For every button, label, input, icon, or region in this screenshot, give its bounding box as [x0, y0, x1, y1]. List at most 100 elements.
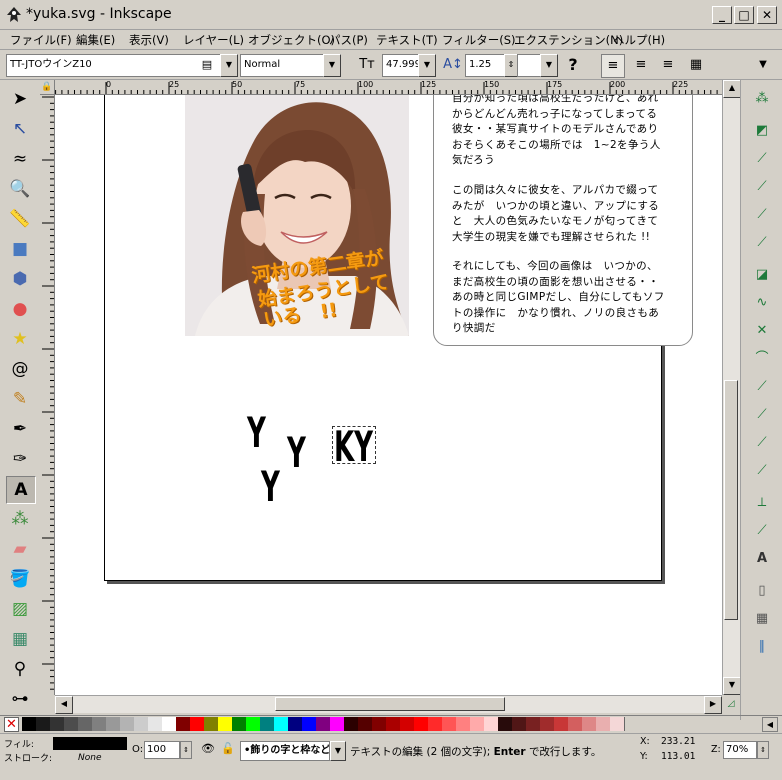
- opacity-stepper[interactable]: ⇕: [180, 741, 192, 759]
- zoom-stepper[interactable]: ⇕: [757, 741, 769, 759]
- body-paragraph[interactable]: 自分が知った頃は高校生だったけど、あれ からどんどん売れっ子になってしまってる …: [452, 95, 661, 169]
- text-frame[interactable]: 自分が知った頃は高校生だったけど、あれ からどんどん売れっ子になってしまってる …: [433, 95, 693, 346]
- color-swatch[interactable]: [134, 717, 149, 731]
- layer-dropdown[interactable]: ▼: [330, 741, 346, 761]
- star-tool-icon[interactable]: ★: [6, 326, 34, 352]
- color-swatch[interactable]: [78, 717, 93, 731]
- snap-others-icon[interactable]: ⟂: [751, 492, 773, 514]
- color-swatch[interactable]: [568, 717, 583, 731]
- color-swatch[interactable]: [330, 717, 345, 731]
- color-swatch[interactable]: [246, 717, 261, 731]
- menu-path[interactable]: パス(P): [329, 32, 368, 48]
- mesh-tool-icon[interactable]: ▦: [6, 626, 34, 652]
- snap-guides-icon[interactable]: ∥: [751, 636, 773, 658]
- align-center-icon[interactable]: ≡: [630, 54, 652, 76]
- spiral-tool-icon[interactable]: @: [6, 356, 34, 382]
- color-swatch[interactable]: [470, 717, 485, 731]
- color-swatch[interactable]: [344, 717, 359, 731]
- snap-grid-icon[interactable]: ▦: [751, 608, 773, 630]
- color-swatch[interactable]: [596, 717, 611, 731]
- glyph-y[interactable]: Y: [247, 412, 266, 454]
- scroll-right-button[interactable]: ▶: [704, 696, 722, 714]
- color-swatch[interactable]: [414, 717, 429, 731]
- snap-bbox-midpoint-icon[interactable]: ⟋: [751, 204, 773, 226]
- current-layer-select[interactable]: •飾りの字と枠など: [240, 741, 330, 761]
- snap-toggle-icon[interactable]: ⁂: [751, 88, 773, 110]
- color-swatch[interactable]: [316, 717, 331, 731]
- glyph-y[interactable]: Y: [261, 466, 280, 508]
- snap-nodes-icon[interactable]: ◪: [751, 264, 773, 286]
- rectangle-tool-icon[interactable]: ■: [6, 236, 34, 262]
- color-swatch[interactable]: [106, 717, 121, 731]
- justify-icon[interactable]: ▦: [685, 54, 707, 76]
- color-swatch[interactable]: [484, 717, 499, 731]
- menu-object[interactable]: オブジェクト(O): [248, 32, 335, 48]
- snap-text-baseline-icon[interactable]: A: [751, 548, 773, 570]
- color-swatch[interactable]: [120, 717, 135, 731]
- connector-tool-icon[interactable]: ⊶: [6, 686, 34, 712]
- font-size-dropdown[interactable]: ▼: [418, 54, 436, 77]
- color-swatch[interactable]: [302, 717, 317, 731]
- toolbar-overflow-icon[interactable]: ▼: [752, 54, 774, 76]
- menu-filters[interactable]: フィルター(S): [442, 32, 516, 48]
- help-icon[interactable]: ?: [562, 54, 584, 76]
- snap-bbox-center-icon[interactable]: ⟋: [751, 232, 773, 254]
- pen-tool-icon[interactable]: ✒: [6, 416, 34, 442]
- snap-bbox-corner-icon[interactable]: ⟋: [751, 176, 773, 198]
- font-size-field[interactable]: 47.999: [382, 54, 423, 77]
- font-family-field[interactable]: TT-JTOウインZ10: [6, 54, 221, 77]
- snap-intersection-icon[interactable]: ✕: [751, 320, 773, 342]
- font-style-dropdown[interactable]: ▼: [323, 54, 341, 77]
- gradient-tool-icon[interactable]: ▨: [6, 596, 34, 622]
- scroll-left-button[interactable]: ◀: [55, 696, 73, 714]
- minimize-button[interactable]: _: [712, 6, 732, 24]
- menu-file[interactable]: ファイル(F): [10, 32, 72, 48]
- font-list-icon[interactable]: ▤: [198, 56, 216, 74]
- color-swatch[interactable]: [498, 717, 513, 731]
- scroll-up-button[interactable]: ▲: [723, 80, 741, 98]
- color-swatch[interactable]: [540, 717, 555, 731]
- glyph-y[interactable]: Y: [287, 432, 306, 474]
- tweak-tool-icon[interactable]: ≈: [6, 146, 34, 172]
- color-swatch[interactable]: [400, 717, 415, 731]
- menu-edit[interactable]: 編集(E): [76, 32, 115, 48]
- color-swatch[interactable]: [64, 717, 79, 731]
- measure-tool-icon[interactable]: 📏: [6, 206, 34, 232]
- snap-rotation-icon[interactable]: ⟋: [751, 460, 773, 482]
- snap-guide-icon[interactable]: ⟋: [751, 520, 773, 542]
- node-tool-icon[interactable]: ↖: [6, 116, 34, 142]
- stroke-value[interactable]: None: [78, 753, 101, 763]
- layer-lock-icon[interactable]: 🔓: [220, 742, 236, 758]
- menu-help[interactable]: ヘルプ(H): [613, 32, 665, 48]
- font-family-dropdown[interactable]: ▼: [220, 54, 238, 77]
- maximize-button[interactable]: □: [734, 6, 754, 24]
- snap-page-icon[interactable]: ▯: [751, 580, 773, 602]
- align-right-icon[interactable]: ≡: [657, 54, 679, 76]
- palette-menu-icon[interactable]: ◀: [762, 717, 778, 732]
- snap-midpoint-icon[interactable]: ⟋: [751, 404, 773, 426]
- snap-bbox-icon[interactable]: ◩: [751, 120, 773, 142]
- color-swatch[interactable]: [50, 717, 65, 731]
- color-swatch[interactable]: [148, 717, 163, 731]
- color-swatch[interactable]: [372, 717, 387, 731]
- color-swatch[interactable]: [204, 717, 219, 731]
- horizontal-scrollbar[interactable]: ◀ ▶: [55, 695, 722, 714]
- letter-spacing-dropdown[interactable]: ▼: [540, 54, 558, 77]
- color-swatch[interactable]: [358, 717, 373, 731]
- dropper-tool-icon[interactable]: ⚲: [6, 656, 34, 682]
- lock-guides-icon[interactable]: 🔒: [40, 80, 55, 95]
- portrait-photo[interactable]: 河村の第二章が 始まろうとして いる !!: [185, 95, 409, 336]
- align-left-icon[interactable]: ≡: [601, 54, 625, 78]
- color-swatch[interactable]: [554, 717, 569, 731]
- scroll-down-button[interactable]: ▼: [723, 677, 741, 695]
- menu-layer[interactable]: レイヤー(L): [183, 32, 244, 48]
- color-swatch[interactable]: [526, 717, 541, 731]
- color-swatch[interactable]: [190, 717, 205, 731]
- vertical-scrollbar[interactable]: ▲ ▼: [722, 80, 741, 695]
- snap-cusp-icon[interactable]: ⌒: [751, 348, 773, 370]
- snap-smooth-icon[interactable]: ⟋: [751, 376, 773, 398]
- color-swatch[interactable]: [428, 717, 443, 731]
- color-swatch[interactable]: [36, 717, 51, 731]
- zoom-tool-icon[interactable]: 🔍: [6, 176, 34, 202]
- vertical-scroll-thumb[interactable]: [724, 380, 738, 620]
